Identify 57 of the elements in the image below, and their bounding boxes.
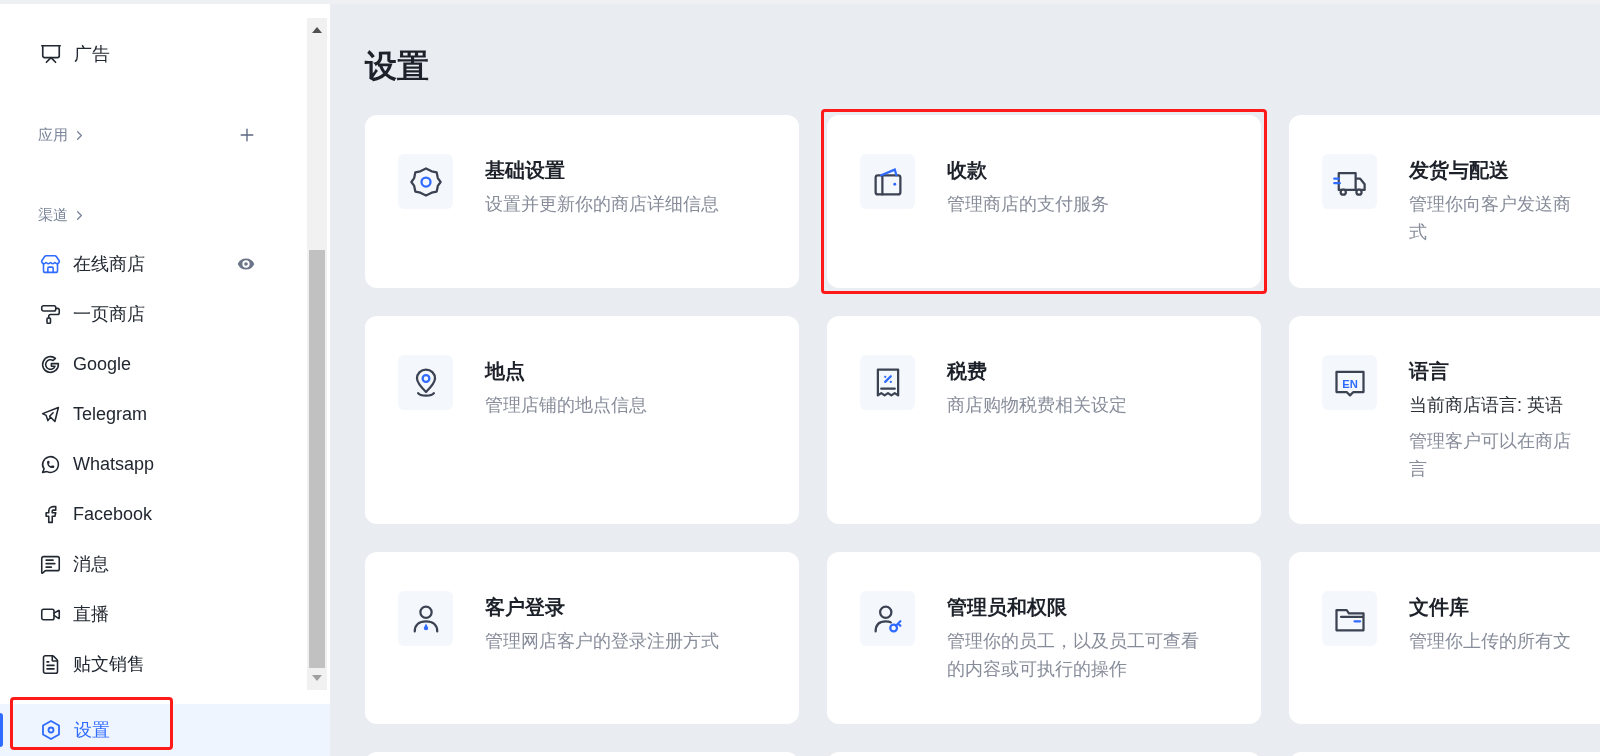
store-icon bbox=[40, 253, 61, 275]
settings-card[interactable]: 发货与配送 管理你向客户发送商 式 bbox=[1289, 115, 1600, 288]
card-description: 的内容或可执行的操作 bbox=[947, 658, 1128, 681]
document-icon bbox=[40, 653, 61, 675]
card-title: 收款 bbox=[947, 158, 988, 183]
card-description: 设置并更新你的商店详细信息 bbox=[485, 193, 719, 216]
google-icon bbox=[40, 353, 61, 375]
settings-card[interactable]: 收款 管理商店的支付服务 bbox=[827, 115, 1261, 288]
card-description: 管理商店的支付服务 bbox=[947, 193, 1109, 216]
sidebar-item[interactable]: 消息 bbox=[0, 539, 307, 589]
card-description: 言 bbox=[1409, 458, 1428, 481]
card-description: 管理你的员工，以及员工可查看 bbox=[947, 630, 1199, 653]
card-title: 文件库 bbox=[1409, 595, 1470, 620]
sidebar-item[interactable]: 一页商店 bbox=[0, 289, 307, 339]
settings-card[interactable]: 基础设置 设置并更新你的商店详细信息 bbox=[365, 115, 799, 288]
sidebar-item[interactable]: Whatsapp bbox=[0, 439, 307, 489]
scroll-up-icon[interactable] bbox=[312, 26, 322, 34]
sidebar-item[interactable]: 直播 bbox=[0, 589, 307, 639]
card-description: 商店购物税费相关设定 bbox=[947, 394, 1127, 417]
card-description: 管理客户可以在商店 bbox=[1409, 430, 1571, 453]
scrollbar-thumb[interactable] bbox=[309, 250, 325, 668]
scroll-down-icon[interactable] bbox=[312, 674, 322, 682]
card-description: 管理你上传的所有文 bbox=[1409, 630, 1571, 653]
section-header[interactable]: 应用 bbox=[38, 123, 87, 147]
sidebar-item[interactable]: Telegram bbox=[0, 389, 307, 439]
card-description: 管理网店客户的登录注册方式 bbox=[485, 630, 719, 653]
card-title: 客户登录 bbox=[485, 595, 566, 620]
settings-card[interactable]: EN 语言 当前商店语言: 英语 管理客户可以在商店 言 bbox=[1289, 316, 1600, 524]
card-title: 税费 bbox=[947, 359, 988, 384]
sidebar-item[interactable]: Facebook bbox=[0, 489, 307, 539]
card-description: 管理店铺的地点信息 bbox=[485, 394, 647, 417]
card-title: 基础设置 bbox=[485, 158, 566, 183]
card-description: 式 bbox=[1409, 221, 1428, 244]
sidebar-item[interactable]: 在线商店 bbox=[0, 239, 307, 289]
card-description: 管理你向客户发送商 bbox=[1409, 193, 1571, 216]
settings-card[interactable]: 税费 商店购物税费相关设定 bbox=[827, 316, 1261, 524]
settings-card[interactable]: 文件库 管理你上传的所有文 bbox=[1289, 552, 1600, 724]
card-subtitle: 当前商店语言: 英语 bbox=[1409, 394, 1564, 417]
settings-card[interactable]: 地点 管理店铺的地点信息 bbox=[365, 316, 799, 524]
card-title: 管理员和权限 bbox=[947, 595, 1068, 620]
section-header[interactable]: 渠道 bbox=[38, 203, 87, 227]
settings-card[interactable]: 管理员和权限 管理你的员工，以及员工可查看 的内容或可执行的操作 bbox=[827, 552, 1261, 724]
scrollbar[interactable] bbox=[307, 18, 327, 690]
sidebar-item[interactable]: 设置 bbox=[0, 704, 330, 756]
card-title: 发货与配送 bbox=[1409, 158, 1510, 183]
page-title: 设置 bbox=[365, 47, 430, 86]
card-title: 地点 bbox=[485, 359, 526, 384]
card-title: 语言 bbox=[1409, 359, 1450, 384]
settings-card[interactable]: 客户登录 管理网店客户的登录注册方式 bbox=[365, 552, 799, 724]
paint-roller-icon bbox=[40, 303, 61, 325]
message-icon bbox=[40, 553, 61, 575]
sidebar-item[interactable]: 广告 bbox=[0, 29, 307, 79]
hexagon-icon bbox=[40, 719, 62, 741]
sidebar-item[interactable]: 贴文销售 bbox=[0, 639, 307, 689]
sidebar-item[interactable]: Google bbox=[0, 339, 307, 389]
presentation-icon bbox=[40, 43, 62, 65]
whatsapp-icon bbox=[40, 453, 61, 475]
